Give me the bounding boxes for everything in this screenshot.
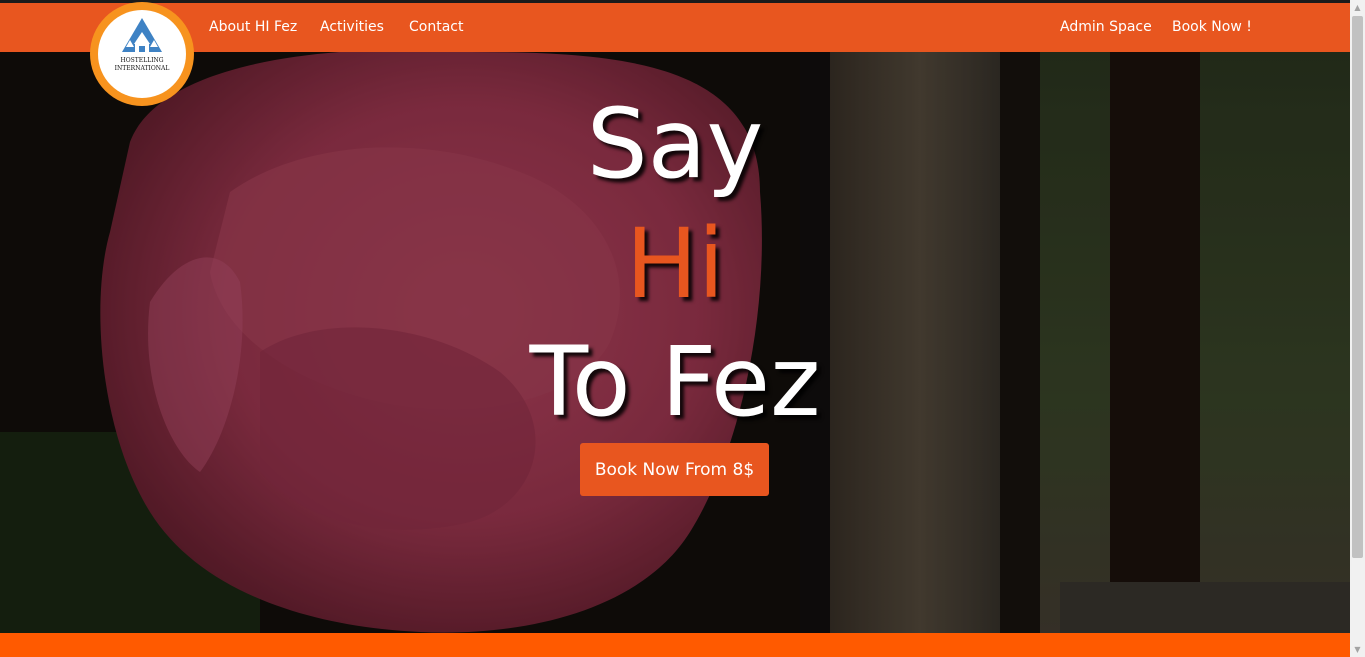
hero-headline-to-fez: To Fez [529, 326, 821, 438]
house-tree-icon [122, 18, 162, 52]
footer-bar [0, 633, 1350, 657]
top-navbar: About HI Fez Activities Contact Admin Sp… [0, 3, 1350, 52]
scroll-up-arrow-icon[interactable]: ▲ [1350, 0, 1365, 15]
logo-text-line1: HOSTELLING [120, 57, 164, 64]
nav-about-link[interactable]: About HI Fez [209, 19, 297, 35]
nav-book-now-link[interactable]: Book Now ! [1172, 19, 1252, 35]
scrollbar-thumb[interactable] [1352, 16, 1363, 558]
vertical-scrollbar[interactable]: ▲ ▼ [1350, 0, 1365, 657]
hero-banner: Say Hi To Fez Book Now From 8$ [0, 52, 1350, 633]
logo-text-line2: INTERNATIONAL [114, 65, 170, 72]
nav-admin-space-link[interactable]: Admin Space [1060, 19, 1152, 35]
book-now-from-button[interactable]: Book Now From 8$ [580, 443, 769, 496]
scroll-down-arrow-icon[interactable]: ▼ [1350, 642, 1365, 657]
logo-badge: HOSTELLING INTERNATIONAL [98, 10, 186, 98]
nav-activities-link[interactable]: Activities [320, 19, 384, 35]
hero-headline-say: Say [586, 88, 764, 200]
nav-contact-link[interactable]: Contact [409, 19, 463, 35]
hero-headline-hi: Hi [625, 208, 725, 320]
hostelling-international-logo[interactable]: HOSTELLING INTERNATIONAL [90, 2, 194, 106]
